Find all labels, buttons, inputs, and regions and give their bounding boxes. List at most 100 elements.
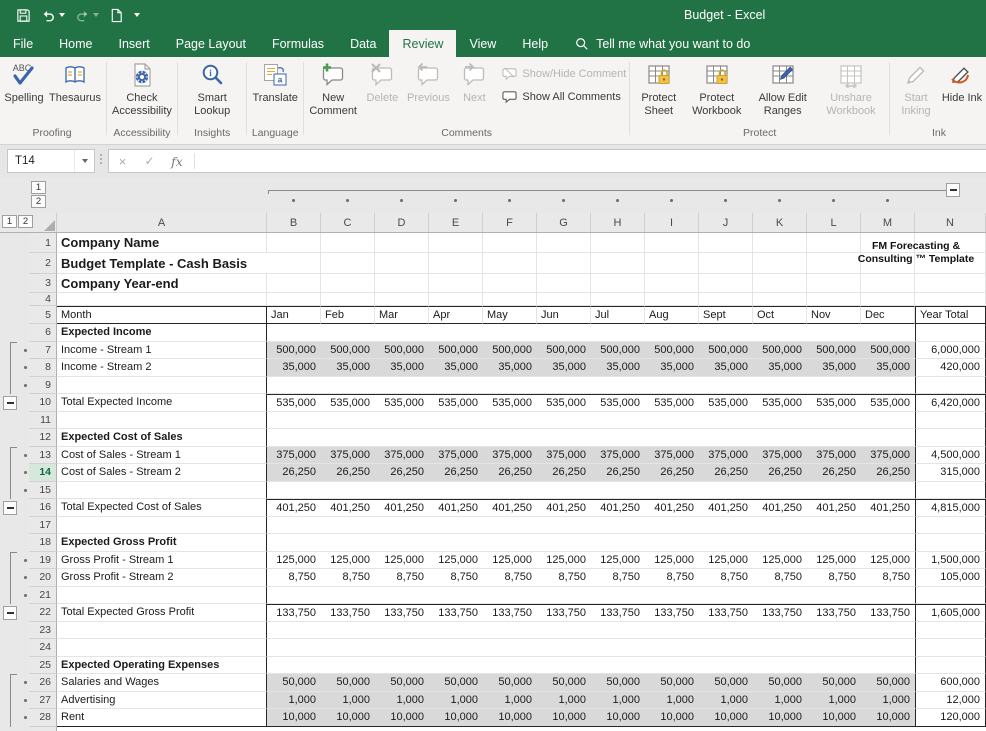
cell-I5[interactable]: Aug <box>645 306 699 324</box>
cell-E19[interactable]: 125,000 <box>429 552 483 570</box>
cell-L7[interactable]: 500,000 <box>807 342 861 360</box>
cell-C23[interactable] <box>321 622 375 640</box>
cell-I14[interactable]: 26,250 <box>645 464 699 482</box>
cell-B26[interactable]: 50,000 <box>267 674 321 692</box>
cell-M5[interactable]: Dec <box>861 306 915 324</box>
cell-A27[interactable]: Advertising <box>57 692 267 710</box>
cell-D8[interactable]: 35,000 <box>375 359 429 377</box>
cell-C7[interactable]: 500,000 <box>321 342 375 360</box>
cell-G23[interactable] <box>537 622 591 640</box>
cell-G16[interactable]: 401,250 <box>537 499 591 517</box>
cell-D22[interactable]: 133,750 <box>375 604 429 622</box>
cell-H6[interactable] <box>591 324 645 342</box>
cell-N10[interactable]: 6,420,000 <box>915 394 986 412</box>
cell-E20[interactable]: 8,750 <box>429 569 483 587</box>
cell-I17[interactable] <box>645 517 699 535</box>
cell-H5[interactable]: Jul <box>591 306 645 324</box>
cell-E12[interactable] <box>429 429 483 447</box>
row-header-5[interactable]: 5 <box>29 306 57 324</box>
column-header-I[interactable]: I <box>645 213 699 232</box>
column-header-B[interactable]: B <box>267 213 321 232</box>
cell-N11[interactable] <box>915 412 986 430</box>
cell-M11[interactable] <box>861 412 915 430</box>
cell-N9[interactable] <box>915 377 986 395</box>
cell-B2[interactable] <box>267 253 321 274</box>
collapse-columns-button[interactable] <box>946 183 960 197</box>
next-button[interactable]: Next <box>451 57 497 105</box>
cell-B4[interactable] <box>267 293 321 306</box>
cell-K8[interactable]: 35,000 <box>753 359 807 377</box>
cell-A25[interactable]: Expected Operating Expenses <box>57 657 267 675</box>
cell-D17[interactable] <box>375 517 429 535</box>
cell-E2[interactable] <box>429 253 483 274</box>
cell-H22[interactable]: 133,750 <box>591 604 645 622</box>
cell-G26[interactable]: 50,000 <box>537 674 591 692</box>
cell-A24[interactable] <box>57 639 267 657</box>
cell-M3[interactable] <box>861 274 915 293</box>
cell-I12[interactable] <box>645 429 699 447</box>
cell-I2[interactable] <box>645 253 699 274</box>
cell-E21[interactable] <box>429 587 483 605</box>
cell-M13[interactable]: 375,000 <box>861 447 915 465</box>
cell-N4[interactable] <box>915 293 986 306</box>
row-header-16[interactable]: 16 <box>29 499 57 517</box>
cell-G25[interactable] <box>537 657 591 675</box>
cell-F22[interactable]: 133,750 <box>483 604 537 622</box>
cell-N22[interactable]: 1,605,000 <box>915 604 986 622</box>
cell-E26[interactable]: 50,000 <box>429 674 483 692</box>
cell-H17[interactable] <box>591 517 645 535</box>
cell-L24[interactable] <box>807 639 861 657</box>
cell-D16[interactable]: 401,250 <box>375 499 429 517</box>
cell-D27[interactable]: 1,000 <box>375 692 429 710</box>
cell-G1[interactable] <box>537 233 591 253</box>
cell-G10[interactable]: 535,000 <box>537 394 591 412</box>
unshare-workbook-button[interactable]: Unshare Workbook <box>816 57 886 117</box>
cell-G13[interactable]: 375,000 <box>537 447 591 465</box>
cell-I10[interactable]: 535,000 <box>645 394 699 412</box>
cell-K22[interactable]: 133,750 <box>753 604 807 622</box>
cell-G14[interactable]: 26,250 <box>537 464 591 482</box>
cell-E9[interactable] <box>429 377 483 395</box>
cell-D20[interactable]: 8,750 <box>375 569 429 587</box>
cell-J2[interactable] <box>699 253 753 274</box>
cell-M7[interactable]: 500,000 <box>861 342 915 360</box>
cell-J19[interactable]: 125,000 <box>699 552 753 570</box>
cell-N19[interactable]: 1,500,000 <box>915 552 986 570</box>
cell-B28[interactable]: 10,000 <box>267 709 321 727</box>
cell-M25[interactable] <box>861 657 915 675</box>
cell-K11[interactable] <box>753 412 807 430</box>
cell-N13[interactable]: 4,500,000 <box>915 447 986 465</box>
cell-F23[interactable] <box>483 622 537 640</box>
cell-I3[interactable] <box>645 274 699 293</box>
cell-K20[interactable]: 8,750 <box>753 569 807 587</box>
cell-D4[interactable] <box>375 293 429 306</box>
cell-C20[interactable]: 8,750 <box>321 569 375 587</box>
cell-H24[interactable] <box>591 639 645 657</box>
cell-B22[interactable]: 133,750 <box>267 604 321 622</box>
cell-K16[interactable]: 401,250 <box>753 499 807 517</box>
cell-A18[interactable]: Expected Gross Profit <box>57 534 267 552</box>
name-box-dropdown[interactable] <box>74 150 94 172</box>
cell-D11[interactable] <box>375 412 429 430</box>
cell-H12[interactable] <box>591 429 645 447</box>
cell-M22[interactable]: 133,750 <box>861 604 915 622</box>
cell-L16[interactable]: 401,250 <box>807 499 861 517</box>
cell-L14[interactable]: 26,250 <box>807 464 861 482</box>
cell-J27[interactable]: 1,000 <box>699 692 753 710</box>
insert-function-icon[interactable]: fx <box>163 154 191 169</box>
cell-J17[interactable] <box>699 517 753 535</box>
cell-L15[interactable] <box>807 482 861 500</box>
cell-F2[interactable] <box>483 253 537 274</box>
cell-I18[interactable] <box>645 534 699 552</box>
tab-insert[interactable]: Insert <box>106 30 163 57</box>
thesaurus-button[interactable]: Thesaurus <box>47 57 103 105</box>
check-accessibility-button[interactable]: Check Accessibility <box>110 57 174 117</box>
cell-A26[interactable]: Salaries and Wages <box>57 674 267 692</box>
cell-H27[interactable]: 1,000 <box>591 692 645 710</box>
cell-K14[interactable]: 26,250 <box>753 464 807 482</box>
cell-B14[interactable]: 26,250 <box>267 464 321 482</box>
cell-F10[interactable]: 535,000 <box>483 394 537 412</box>
cell-B27[interactable]: 1,000 <box>267 692 321 710</box>
cell-D24[interactable] <box>375 639 429 657</box>
cell-I19[interactable]: 125,000 <box>645 552 699 570</box>
